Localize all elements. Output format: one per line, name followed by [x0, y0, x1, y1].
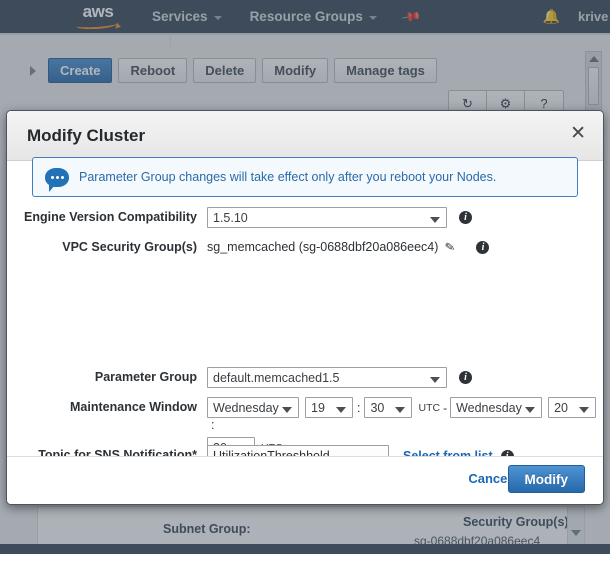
dialog-title: Modify Cluster — [27, 126, 145, 146]
maintenance-end-hour-select[interactable]: 20 — [548, 397, 596, 418]
dialog-header: Modify Cluster ✕ — [7, 111, 603, 161]
edit-pencil-icon[interactable]: ✎ — [444, 239, 456, 255]
maintenance-start-minute-select[interactable]: 30 — [364, 397, 412, 418]
maintenance-start-hour-select[interactable]: 19 — [305, 397, 353, 418]
parameter-group-label: Parameter Group — [7, 367, 207, 387]
modify-submit-button[interactable]: Modify — [508, 465, 586, 493]
maintenance-start-day-select[interactable]: Wednesday — [207, 397, 299, 418]
cancel-button[interactable]: Cancel — [468, 471, 511, 486]
vpc-security-label: VPC Security Group(s) — [7, 237, 207, 257]
row-engine-version: Engine Version Compatibility 1.5.10 i — [7, 207, 604, 228]
row-parameter-group: Parameter Group default.memcached1.5 i — [7, 367, 604, 388]
maintenance-range-dash: - — [440, 401, 450, 415]
parameter-group-control: default.memcached1.5 i — [207, 367, 472, 388]
dialog-footer: Cancel Modify — [7, 456, 603, 504]
time-colon: : — [353, 401, 364, 415]
engine-version-control: 1.5.10 i — [207, 207, 472, 228]
speech-bubble-icon — [45, 168, 69, 187]
maintenance-start-tz: UTC — [418, 402, 440, 414]
vpc-security-value: sg_memcached (sg-0688dbf20a086eec4) — [207, 237, 438, 257]
maintenance-end-day-select[interactable]: Wednesday — [450, 397, 542, 418]
info-icon[interactable]: i — [476, 241, 489, 254]
row-vpc-security-group: VPC Security Group(s) sg_memcached (sg-0… — [7, 237, 604, 257]
close-icon[interactable]: ✕ — [570, 125, 586, 143]
time-colon: : — [207, 418, 218, 432]
info-icon[interactable]: i — [459, 211, 472, 224]
info-icon[interactable]: i — [459, 371, 472, 384]
maintenance-window-label: Maintenance Window — [7, 397, 207, 417]
vpc-security-control: sg_memcached (sg-0688dbf20a086eec4) ✎ i — [207, 237, 489, 257]
engine-version-select[interactable]: 1.5.10 — [207, 207, 447, 228]
dialog-body: Engine memcached i Engine Version Compat… — [7, 161, 603, 456]
info-banner-text: Parameter Group changes will take effect… — [79, 170, 496, 184]
engine-version-label: Engine Version Compatibility — [7, 207, 207, 227]
parameter-group-select[interactable]: default.memcached1.5 — [207, 367, 447, 388]
parameter-group-info-banner: Parameter Group changes will take effect… — [32, 157, 578, 197]
page-bottom-strip — [0, 554, 610, 576]
